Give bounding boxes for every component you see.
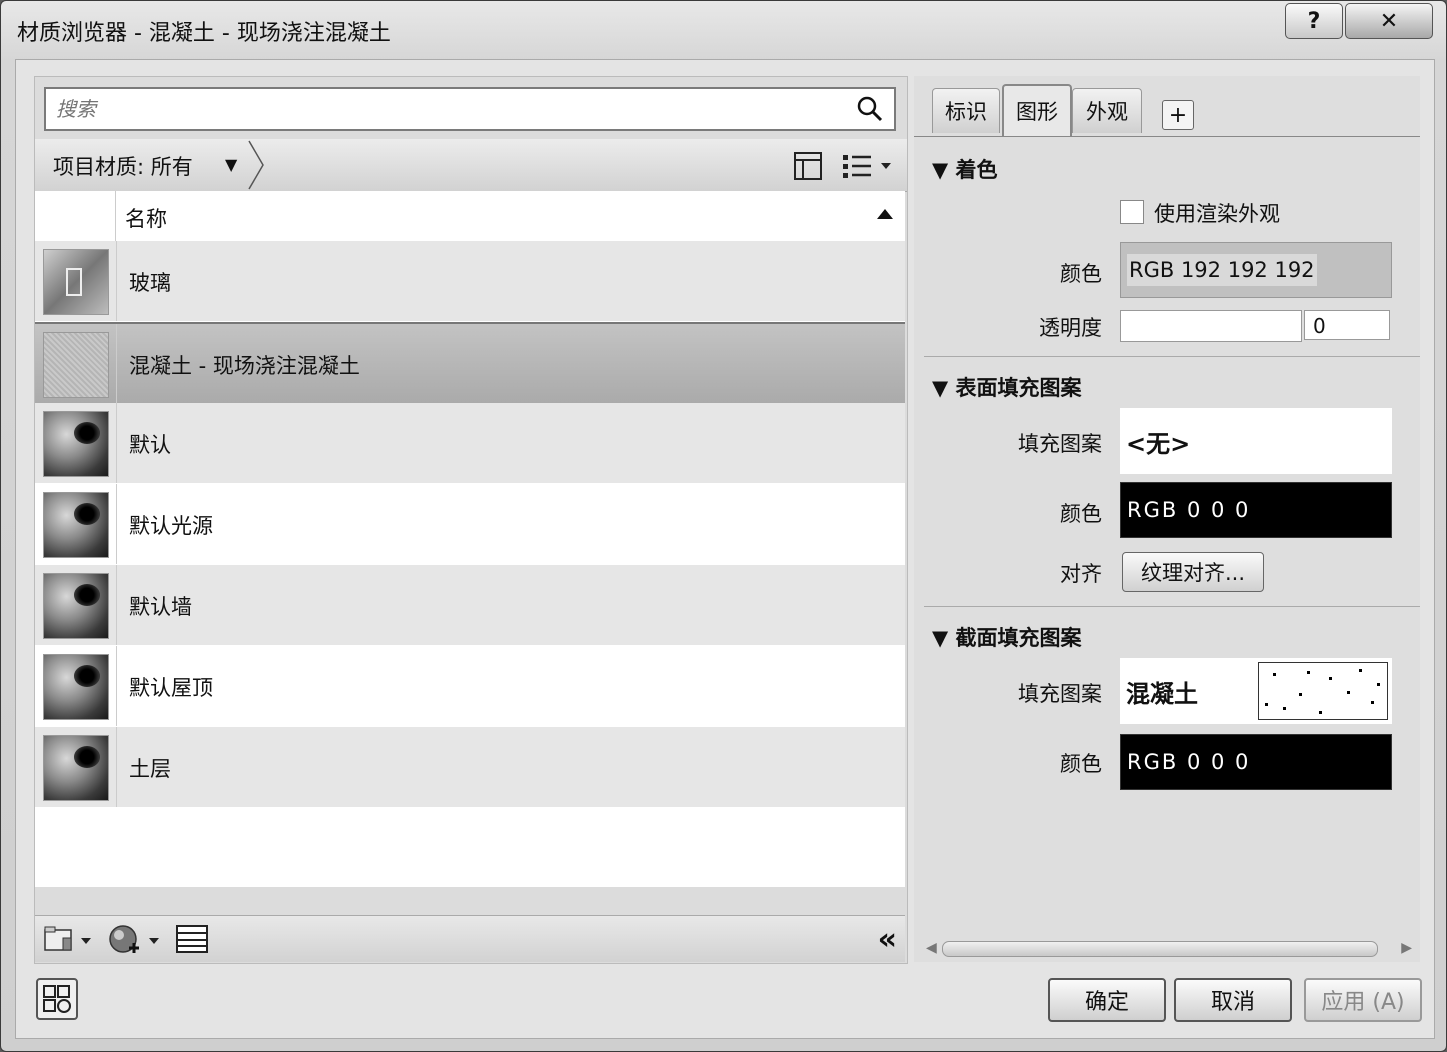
- material-name: 混凝土 - 现场浇注混凝土: [129, 354, 360, 378]
- surface-pattern-label: 填充图案: [1018, 432, 1102, 456]
- cut-color-swatch[interactable]: RGB 0 0 0: [1120, 734, 1392, 790]
- transparency-input[interactable]: 0: [1304, 310, 1390, 340]
- add-asset-tab-button[interactable]: +: [1162, 100, 1194, 130]
- thumbnail-cell: [35, 484, 117, 564]
- search-box: [44, 87, 896, 131]
- use-render-appearance-checkbox[interactable]: [1120, 200, 1144, 224]
- tab-identity[interactable]: 标识: [932, 88, 1000, 133]
- sphere-thumbnail: [43, 492, 109, 558]
- library-toolbar: «: [35, 915, 905, 962]
- material-name: 默认: [129, 433, 171, 457]
- search-icon[interactable]: [856, 95, 884, 123]
- surface-heading: 表面填充图案: [955, 376, 1082, 400]
- thumbnail-cell: [35, 403, 117, 483]
- title-bar: 材质浏览器 - 混凝土 - 现场浇注混凝土 ? ✕: [1, 1, 1446, 57]
- material-editor-panel: 标识 图形 外观 + ▼ 着色 使用渲染外观 颜色 RGB 192 192 19…: [914, 76, 1420, 962]
- surface-color-swatch[interactable]: RGB 0 0 0: [1120, 482, 1392, 538]
- surface-pattern-section-header[interactable]: ▼ 表面填充图案: [932, 372, 1081, 402]
- list-view-icon[interactable]: [841, 151, 895, 181]
- cut-pattern-section-header[interactable]: ▼ 截面填充图案: [932, 622, 1081, 652]
- shading-section-header[interactable]: ▼ 着色: [932, 154, 997, 184]
- create-material-icon[interactable]: [107, 924, 163, 954]
- apply-button[interactable]: 应用 (A): [1304, 978, 1422, 1022]
- material-grid-icon[interactable]: [36, 978, 78, 1020]
- filter-bar: 项目材质: 所有 ▼: [35, 139, 907, 192]
- surface-align-label: 对齐: [1060, 562, 1102, 586]
- breadcrumb-separator-icon: [248, 140, 264, 190]
- close-button[interactable]: ✕: [1345, 3, 1433, 39]
- scrollbar-thumb[interactable]: [942, 941, 1378, 957]
- thumbnail-cell: [35, 565, 117, 645]
- window-title: 材质浏览器 - 混凝土 - 现场浇注混凝土: [17, 21, 391, 46]
- use-render-appearance-label: 使用渲染外观: [1154, 202, 1280, 226]
- material-row[interactable]: 默认光源: [35, 484, 905, 564]
- sphere-thumbnail: [43, 654, 109, 720]
- tab-divider: [914, 136, 1420, 137]
- material-browser-window: 材质浏览器 - 混凝土 - 现场浇注混凝土 ? ✕ 项目材质: 所有 ▼: [0, 0, 1447, 1052]
- dialog-content: 项目材质: 所有 ▼: [15, 59, 1435, 1039]
- thumbnail-column-header: [35, 191, 116, 241]
- ok-button[interactable]: 确定: [1048, 978, 1166, 1022]
- library-filter-dropdown[interactable]: 项目材质: 所有: [53, 151, 193, 181]
- concrete-thumbnail: [43, 332, 109, 398]
- sort-ascending-icon[interactable]: [877, 209, 893, 219]
- transparency-label: 透明度: [1039, 316, 1102, 340]
- scroll-right-icon[interactable]: ▶: [1401, 940, 1412, 956]
- thumbnail-cell: [35, 646, 117, 726]
- section-divider: [924, 356, 1420, 357]
- shading-heading: 着色: [955, 158, 998, 182]
- thumbnail-cell: [35, 324, 117, 404]
- material-row[interactable]: 混凝土 - 现场浇注混凝土: [35, 322, 905, 406]
- name-column-header[interactable]: 名称: [125, 203, 167, 233]
- material-name: 土层: [129, 757, 171, 781]
- horizontal-scrollbar[interactable]: ◀ ▶: [924, 938, 1414, 960]
- surface-pattern-field[interactable]: <无>: [1120, 408, 1392, 474]
- library-menu-icon[interactable]: [43, 924, 95, 954]
- thumbnail-cell: [35, 241, 117, 321]
- material-name: 玻璃: [129, 271, 171, 295]
- surface-color-label: 颜色: [1060, 502, 1102, 526]
- help-button[interactable]: ?: [1285, 3, 1343, 39]
- table-header: 名称: [35, 191, 905, 242]
- section-divider: [924, 606, 1420, 607]
- tab-graphics[interactable]: 图形: [1002, 84, 1072, 136]
- tab-appearance[interactable]: 外观: [1072, 88, 1142, 133]
- sphere-thumbnail: [43, 735, 109, 801]
- shading-color-swatch[interactable]: RGB 192 192 192: [1120, 242, 1392, 298]
- material-name: 默认屋顶: [129, 676, 213, 700]
- asset-browser-icon[interactable]: [175, 924, 209, 954]
- transparency-slider[interactable]: [1120, 310, 1302, 342]
- material-row[interactable]: 默认屋顶: [35, 646, 905, 726]
- sphere-thumbnail: [43, 573, 109, 639]
- collapse-library-icon[interactable]: «: [878, 922, 898, 957]
- shading-color-label: 颜色: [1060, 262, 1102, 286]
- texture-align-button[interactable]: 纹理对齐...: [1122, 552, 1264, 592]
- material-row[interactable]: 玻璃: [35, 241, 905, 321]
- cut-pattern-label: 填充图案: [1018, 682, 1102, 706]
- sphere-thumbnail: [43, 411, 109, 477]
- chevron-down-icon[interactable]: ▼: [225, 155, 237, 174]
- cancel-button[interactable]: 取消: [1174, 978, 1292, 1022]
- scroll-left-icon[interactable]: ◀: [926, 940, 937, 956]
- material-name: 默认光源: [129, 514, 213, 538]
- material-name: 默认墙: [129, 595, 192, 619]
- thumbnail-cell: [35, 727, 117, 807]
- material-row[interactable]: 默认: [35, 403, 905, 483]
- cut-pattern-value: 混凝土: [1126, 679, 1198, 708]
- panel-layout-icon[interactable]: [793, 151, 823, 181]
- search-input[interactable]: [54, 95, 848, 123]
- cut-heading: 截面填充图案: [955, 626, 1082, 650]
- material-list-panel: 项目材质: 所有 ▼: [34, 76, 908, 964]
- glass-thumbnail: [43, 249, 109, 315]
- material-row[interactable]: 土层: [35, 727, 905, 807]
- concrete-pattern-preview: [1258, 662, 1388, 720]
- shading-color-value: RGB 192 192 192: [1127, 254, 1317, 286]
- material-table: 名称 玻璃混凝土 - 现场浇注混凝土 默认默认光源默认墙默认屋顶土层: [35, 191, 905, 887]
- cut-color-label: 颜色: [1060, 752, 1102, 776]
- material-row[interactable]: 默认墙: [35, 565, 905, 645]
